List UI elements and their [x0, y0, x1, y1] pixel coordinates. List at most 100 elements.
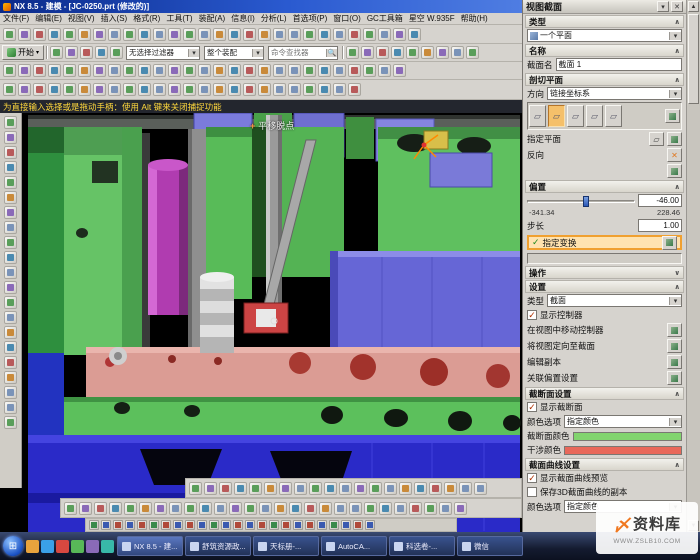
menu-item[interactable]: 首选项(P): [290, 13, 331, 24]
toolbar-icon[interactable]: [459, 482, 472, 495]
toolbar-icon[interactable]: [274, 502, 287, 515]
task-button[interactable]: 舒筑资源政...: [185, 536, 251, 556]
toolbar-icon[interactable]: [369, 482, 382, 495]
toolbar-icon[interactable]: [288, 28, 301, 41]
toolbar-icon[interactable]: [394, 502, 407, 515]
toolbar-icon[interactable]: [79, 502, 92, 515]
toolbar-icon[interactable]: [4, 191, 17, 204]
toolbar-icon[interactable]: [348, 64, 361, 77]
toolbar-icon[interactable]: [4, 401, 17, 414]
toolbar-icon[interactable]: [309, 482, 322, 495]
toolbar-icon[interactable]: [243, 83, 256, 96]
toolbar-icon[interactable]: [279, 482, 292, 495]
toolbar-icon[interactable]: [269, 520, 279, 530]
csys-manipulator-button[interactable]: [665, 109, 680, 123]
toolbar-icon[interactable]: [125, 520, 135, 530]
section-header-type[interactable]: 类型 ∧: [525, 15, 684, 28]
toolbar-icon[interactable]: [198, 28, 211, 41]
toolbar-icon[interactable]: [64, 502, 77, 515]
toolbar-icon[interactable]: [304, 502, 317, 515]
toolbar-icon[interactable]: [94, 502, 107, 515]
toolbar-icon[interactable]: [339, 482, 352, 495]
toolbar-icon[interactable]: [108, 83, 121, 96]
save-3d-copy-checkbox[interactable]: [527, 487, 537, 497]
start-menu-button[interactable]: 开始 ▾: [2, 45, 44, 60]
toolbar-icon[interactable]: [113, 520, 123, 530]
toolbar-icon[interactable]: [363, 28, 376, 41]
scrollbar-thumb[interactable]: [688, 14, 699, 104]
toolbar-icon[interactable]: [4, 341, 17, 354]
toolbar-icon[interactable]: [408, 28, 421, 41]
toolbar-icon[interactable]: [138, 83, 151, 96]
toolbar-icon[interactable]: [4, 251, 17, 264]
toolbar-icon[interactable]: [364, 502, 377, 515]
toolbar-icon[interactable]: [183, 83, 196, 96]
toolbar-icon[interactable]: [436, 46, 449, 59]
cap-color-option-dropdown[interactable]: 指定颜色 ▾: [564, 415, 682, 428]
toolbar-icon[interactable]: [466, 46, 479, 59]
menu-item[interactable]: 信息(I): [228, 13, 258, 24]
toolbar-icon[interactable]: [63, 64, 76, 77]
toolbar-icon[interactable]: [48, 28, 61, 41]
orientation-dropdown[interactable]: 链接坐标系 ▾: [547, 87, 682, 100]
toolbar-icon[interactable]: [161, 520, 171, 530]
toolbar-icon[interactable]: [318, 83, 331, 96]
settings-type-dropdown[interactable]: 截面 ▾: [547, 294, 682, 307]
toolbar-icon[interactable]: [324, 482, 337, 495]
toolbar-icon[interactable]: [153, 83, 166, 96]
close-icon[interactable]: ✕: [671, 1, 683, 12]
toolbar-icon[interactable]: [348, 28, 361, 41]
toolbar-icon[interactable]: [137, 520, 147, 530]
toolbar-icon[interactable]: [229, 502, 242, 515]
toolbar-icon[interactable]: [108, 28, 121, 41]
toolbar-icon[interactable]: [139, 502, 152, 515]
toolbar-icon[interactable]: [183, 64, 196, 77]
toolbar-icon[interactable]: [294, 482, 307, 495]
toolbar-icon[interactable]: [154, 502, 167, 515]
quick-launch-icon[interactable]: [41, 540, 54, 553]
toolbar-icon[interactable]: [293, 520, 303, 530]
toolbar-icon[interactable]: [169, 502, 182, 515]
menu-item[interactable]: 工具(T): [163, 13, 195, 24]
toolbar-icon[interactable]: [4, 146, 17, 159]
toolbar-icon[interactable]: [378, 64, 391, 77]
slider-thumb[interactable]: [583, 196, 589, 207]
quick-launch-icon[interactable]: [56, 540, 69, 553]
toolbar-icon[interactable]: [409, 502, 422, 515]
toolbar-icon[interactable]: [354, 482, 367, 495]
toolbar-icon[interactable]: [4, 236, 17, 249]
toolbar-icon[interactable]: [249, 482, 262, 495]
interference-color-swatch[interactable]: [564, 446, 682, 455]
transform-button[interactable]: [662, 236, 677, 250]
toolbar-icon[interactable]: [319, 502, 332, 515]
toolbar-icon[interactable]: [4, 311, 17, 324]
toolbar-icon[interactable]: [33, 28, 46, 41]
section-name-input[interactable]: 截面 1: [556, 58, 682, 71]
dialog-scrollbar[interactable]: ▲ ▼: [686, 0, 700, 532]
toolbar-icon[interactable]: [234, 482, 247, 495]
toolbar-icon[interactable]: [50, 46, 63, 59]
toolbar-icon[interactable]: [209, 520, 219, 530]
toolbar-icon[interactable]: [406, 46, 419, 59]
toolbar-icon[interactable]: [89, 520, 99, 530]
menu-item[interactable]: 星空 W.935F: [406, 13, 458, 24]
toolbar-icon[interactable]: [429, 482, 442, 495]
curve-preview-checkbox[interactable]: ✓: [527, 473, 537, 483]
toolbar-icon[interactable]: [198, 83, 211, 96]
toolbar-icon[interactable]: [63, 83, 76, 96]
toolbar-icon[interactable]: [353, 520, 363, 530]
toolbar-icon[interactable]: [33, 83, 46, 96]
toolbar-icon[interactable]: [48, 83, 61, 96]
step-input[interactable]: 1.00: [638, 219, 682, 232]
toolbar-icon[interactable]: [4, 281, 17, 294]
toolbar-icon[interactable]: [303, 28, 316, 41]
toolbar-icon[interactable]: [341, 520, 351, 530]
menu-item[interactable]: 装配(A): [196, 13, 229, 24]
toolbar-icon[interactable]: [18, 28, 31, 41]
toolbar-icon[interactable]: [168, 28, 181, 41]
toolbar-icon[interactable]: [317, 520, 327, 530]
plane-option-button[interactable]: ▱: [586, 105, 603, 127]
toolbar-icon[interactable]: [365, 520, 375, 530]
toolbar-icon[interactable]: [78, 64, 91, 77]
toolbar-icon[interactable]: [63, 28, 76, 41]
